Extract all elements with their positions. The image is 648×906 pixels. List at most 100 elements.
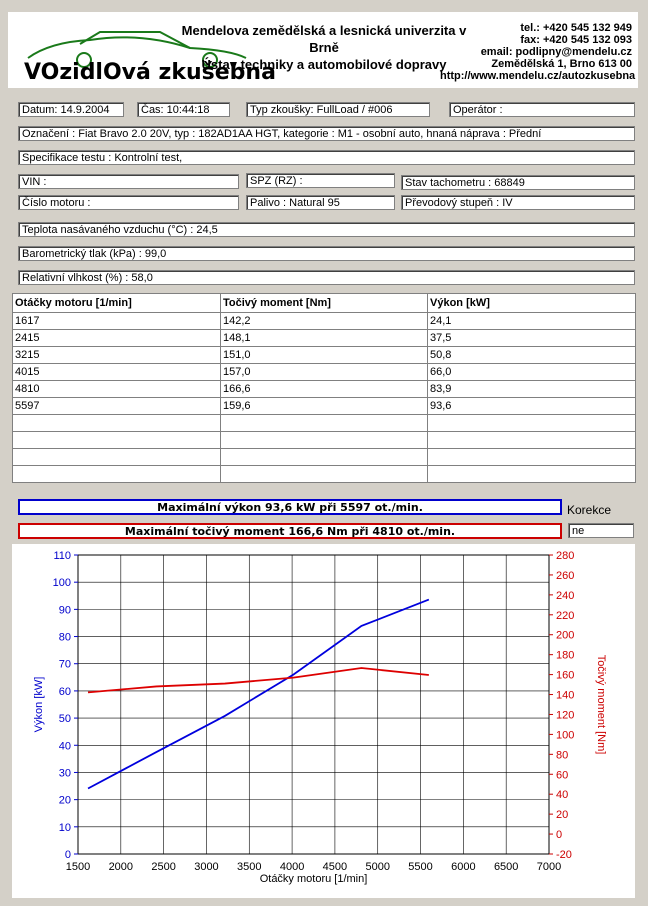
table-row[interactable]: 5597 159,6 93,6 bbox=[12, 397, 636, 415]
pressure-field: Barometrický tlak (kPa) : 99,0 bbox=[18, 246, 635, 261]
y2-tick-label: 120 bbox=[556, 709, 574, 721]
y2-tick-label: 220 bbox=[556, 610, 574, 622]
odometer-field: Stav tachometru : 68849 bbox=[401, 175, 635, 190]
table-row-empty[interactable] bbox=[12, 448, 636, 466]
cell-power: 66,0 bbox=[427, 363, 636, 381]
contact-url: http://www.mendelu.cz/autozkusebna bbox=[440, 70, 636, 82]
cell-rpm: 4015 bbox=[12, 363, 221, 381]
max-power-box: Maximální výkon 93,6 kW při 5597 ot./min… bbox=[18, 499, 562, 515]
cell-rpm: 3215 bbox=[12, 346, 221, 364]
table-row-empty[interactable] bbox=[12, 414, 636, 432]
cell-power: 93,6 bbox=[427, 397, 636, 415]
cell-torque: 151,0 bbox=[220, 346, 428, 364]
y2-tick-label: 200 bbox=[556, 630, 574, 642]
spec-field: Specifikace testu : Kontrolní test, bbox=[18, 150, 635, 165]
y2-tick-label: 260 bbox=[556, 570, 574, 582]
y-tick-label: 60 bbox=[59, 686, 71, 698]
cell-torque: 159,6 bbox=[220, 397, 428, 415]
cell-torque: 148,1 bbox=[220, 329, 428, 347]
y2-tick-label: 80 bbox=[556, 749, 568, 761]
operator-field: Operátor : bbox=[449, 102, 635, 117]
x-tick-label: 7000 bbox=[537, 861, 561, 873]
y2-tick-label: 40 bbox=[556, 789, 568, 801]
y-tick-label: 70 bbox=[59, 659, 71, 671]
cell-torque: 142,2 bbox=[220, 312, 428, 330]
y-tick-label: 100 bbox=[53, 577, 71, 589]
fuel-field: Palivo : Natural 95 bbox=[246, 195, 395, 210]
designation-field: Označení : Fiat Bravo 2.0 20V, typ : 182… bbox=[18, 126, 635, 141]
x-tick-label: 3500 bbox=[237, 861, 261, 873]
y2-tick-label: 0 bbox=[556, 829, 562, 841]
y-tick-label: 10 bbox=[59, 822, 71, 834]
engine-no-field: Číslo motoru : bbox=[18, 195, 239, 210]
cell-power: 50,8 bbox=[427, 346, 636, 364]
contact-fax: fax: +420 545 132 093 bbox=[520, 34, 632, 46]
y-tick-label: 50 bbox=[59, 713, 71, 725]
x-tick-label: 6000 bbox=[451, 861, 475, 873]
y2-tick-label: 100 bbox=[556, 729, 574, 741]
table-row-empty[interactable] bbox=[12, 465, 636, 483]
x-tick-label: 2000 bbox=[109, 861, 133, 873]
contact-block: tel.: +420 545 132 949 fax: +420 545 132… bbox=[440, 22, 636, 82]
gear-field: Převodový stupeň : IV bbox=[401, 195, 635, 210]
col-header-torque: Točivý moment [Nm] bbox=[220, 293, 428, 313]
cell-power: 83,9 bbox=[427, 380, 636, 398]
x-tick-label: 5500 bbox=[408, 861, 432, 873]
date-field: Datum: 14.9.2004 bbox=[18, 102, 124, 117]
y2-tick-label: 280 bbox=[556, 550, 574, 562]
x-tick-label: 1500 bbox=[66, 861, 90, 873]
university-block: Mendelova zemědělská a lesnická univerzi… bbox=[166, 22, 482, 73]
contact-email: email: podlipny@mendelu.cz bbox=[480, 46, 632, 58]
y-tick-label: 0 bbox=[65, 849, 71, 861]
max-torque-box: Maximální točivý moment 166,6 Nm při 481… bbox=[18, 523, 562, 539]
y2-tick-label: 140 bbox=[556, 690, 574, 702]
x-axis-label: Otáčky motoru [1/min] bbox=[260, 873, 368, 885]
table-row[interactable]: 3215 151,0 50,8 bbox=[12, 346, 636, 364]
y-tick-label: 80 bbox=[59, 632, 71, 644]
table-row[interactable]: 1617 142,2 24,1 bbox=[12, 312, 636, 330]
spz-field: SPZ (RZ) : bbox=[246, 173, 395, 188]
cell-rpm: 2415 bbox=[12, 329, 221, 347]
contact-address: Zemědělská 1, Brno 613 00 bbox=[491, 58, 632, 70]
x-tick-label: 6500 bbox=[494, 861, 518, 873]
power-torque-chart: 1500 2000 2500 3000 3500 4000 4500 5000 5500 6000… bbox=[12, 544, 635, 898]
cell-rpm: 1617 bbox=[12, 312, 221, 330]
contact-tel: tel.: +420 545 132 949 bbox=[520, 22, 632, 34]
y2-tick-label: 60 bbox=[556, 769, 568, 781]
x-tick-label: 3000 bbox=[194, 861, 218, 873]
cell-torque: 166,6 bbox=[220, 380, 428, 398]
table-row[interactable]: 2415 148,1 37,5 bbox=[12, 329, 636, 347]
y2-tick-label: -20 bbox=[556, 849, 572, 861]
institute-name: Ústav techniky a automobilové dopravy bbox=[201, 57, 447, 72]
time-field: Čas: 10:44:18 bbox=[137, 102, 230, 117]
logo-text-brand: VOzidlOvá bbox=[24, 60, 151, 85]
correction-value: ne bbox=[568, 523, 634, 538]
table-row[interactable]: 4015 157,0 66,0 bbox=[12, 363, 636, 381]
y-axis-label: Výkon [kW] bbox=[33, 677, 45, 733]
measurement-table: Otáčky motoru [1/min] Točivý moment [Nm]… bbox=[12, 293, 636, 483]
cell-rpm: 4810 bbox=[12, 380, 221, 398]
y2-axis-label: Točivý moment [Nm] bbox=[595, 655, 607, 755]
cell-power: 37,5 bbox=[427, 329, 636, 347]
x-tick-label: 5000 bbox=[365, 861, 389, 873]
x-tick-label: 4500 bbox=[323, 861, 347, 873]
y2-tick-label: 240 bbox=[556, 590, 574, 602]
y-tick-label: 20 bbox=[59, 795, 71, 807]
cell-rpm: 5597 bbox=[12, 397, 221, 415]
correction-label: Korekce bbox=[567, 503, 612, 517]
plot-frame bbox=[77, 554, 550, 855]
table-row[interactable]: 4810 166,6 83,9 bbox=[12, 380, 636, 398]
test-type-field: Typ zkoušky: FullLoad / #006 bbox=[246, 102, 430, 117]
x-tick-label: 4000 bbox=[280, 861, 304, 873]
y-tick-label: 110 bbox=[53, 550, 71, 562]
humidity-field: Relativní vlhkost (%) : 58,0 bbox=[18, 270, 635, 285]
y2-tick-label: 20 bbox=[556, 809, 568, 821]
y2-tick-label: 160 bbox=[556, 670, 574, 682]
table-header-row: Otáčky motoru [1/min] Točivý moment [Nm]… bbox=[12, 293, 636, 313]
cell-torque: 157,0 bbox=[220, 363, 428, 381]
vin-field: VIN : bbox=[18, 174, 239, 189]
table-row-empty[interactable] bbox=[12, 431, 636, 449]
y-tick-label: 40 bbox=[59, 740, 71, 752]
university-name: Mendelova zemědělská a lesnická univerzi… bbox=[181, 23, 467, 55]
y-tick-label: 90 bbox=[59, 604, 71, 616]
